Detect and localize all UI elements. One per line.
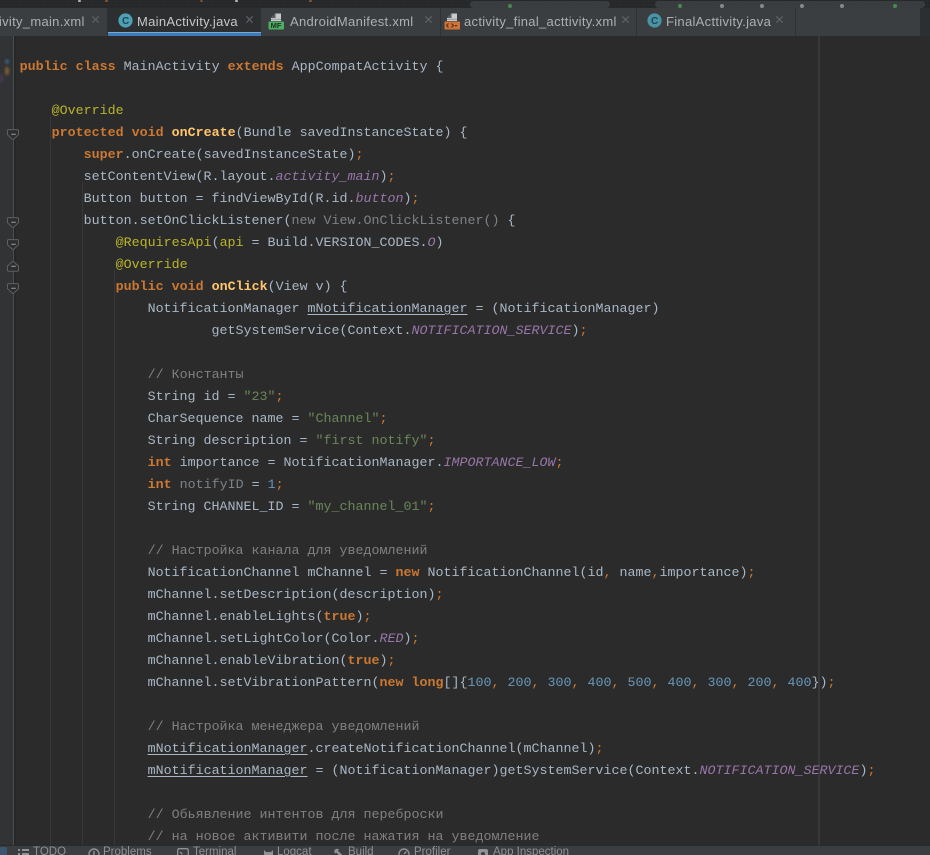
svg-text:MF: MF xyxy=(271,21,282,30)
svg-text:C: C xyxy=(651,16,658,27)
svg-text:C: C xyxy=(121,16,128,27)
